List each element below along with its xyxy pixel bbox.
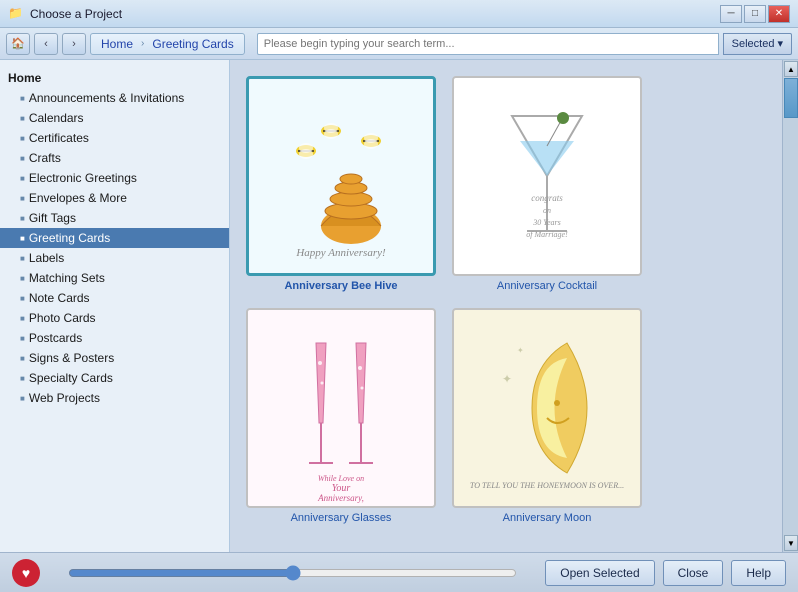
main-content: Home ■ Announcements & Invitations ■ Cal… bbox=[0, 60, 798, 552]
close-window-button[interactable]: ✕ bbox=[768, 5, 790, 23]
forward-button[interactable]: › bbox=[62, 33, 86, 55]
card-bee-hive[interactable]: Happy Anniversary! Anniversary Bee Hive bbox=[246, 76, 436, 292]
maximize-button[interactable]: □ bbox=[744, 5, 766, 23]
nav-bar: 🏠 ‹ › Home › Greeting Cards Selected ▾ bbox=[0, 28, 798, 60]
breadcrumb-home[interactable]: Home bbox=[93, 35, 141, 53]
sidebar-item-signs-posters[interactable]: ■ Signs & Posters bbox=[0, 348, 229, 368]
sidebar-item-electronic-greetings[interactable]: ■ Electronic Greetings bbox=[0, 168, 229, 188]
sidebar-item-gift-tags[interactable]: ■ Gift Tags bbox=[0, 208, 229, 228]
sidebar-item-matching-sets[interactable]: ■ Matching Sets bbox=[0, 268, 229, 288]
title-bar: 📁 Choose a Project ─ □ ✕ bbox=[0, 0, 798, 28]
svg-text:✦: ✦ bbox=[517, 346, 524, 355]
selected-dropdown-button[interactable]: Selected ▾ bbox=[723, 33, 792, 55]
card-image-moon: ✦ ✦ TO TELL YOU THE HONEYMOON IS OVER... bbox=[452, 308, 642, 508]
cards-row-1: Happy Anniversary! Anniversary Bee Hive bbox=[246, 76, 782, 292]
content-area: Happy Anniversary! Anniversary Bee Hive bbox=[230, 60, 798, 552]
slider-area bbox=[48, 565, 537, 581]
sidebar-item-greeting-cards[interactable]: ■ Greeting Cards bbox=[0, 228, 229, 248]
svg-text:✦: ✦ bbox=[502, 372, 512, 386]
window-title: Choose a Project bbox=[30, 7, 720, 21]
window-controls: ─ □ ✕ bbox=[720, 5, 790, 23]
scrollbar-thumb[interactable] bbox=[784, 78, 798, 118]
card-label-glasses: Anniversary Glasses bbox=[291, 512, 392, 524]
svg-text:Happy Anniversary!: Happy Anniversary! bbox=[295, 247, 386, 259]
sidebar-item-specialty-cards[interactable]: ■ Specialty Cards bbox=[0, 368, 229, 388]
sidebar-item-envelopes[interactable]: ■ Envelopes & More bbox=[0, 188, 229, 208]
svg-text:TO TELL YOU THE HONEYMOON IS O: TO TELL YOU THE HONEYMOON IS OVER... bbox=[470, 481, 624, 490]
minimize-button[interactable]: ─ bbox=[720, 5, 742, 23]
close-button[interactable]: Close bbox=[663, 560, 724, 586]
card-image-cocktail: congrats on 30 Years of Marriage! bbox=[452, 76, 642, 276]
card-cocktail[interactable]: congrats on 30 Years of Marriage! Annive… bbox=[452, 76, 642, 292]
card-image-bee-hive: Happy Anniversary! bbox=[246, 76, 436, 276]
card-label-cocktail: Anniversary Cocktail bbox=[497, 280, 597, 292]
breadcrumb: Home › Greeting Cards bbox=[90, 33, 245, 55]
bottom-bar: ♥ Open Selected Close Help bbox=[0, 552, 798, 592]
sidebar-item-photo-cards[interactable]: ■ Photo Cards bbox=[0, 308, 229, 328]
svg-text:congrats: congrats bbox=[531, 193, 563, 203]
search-input[interactable] bbox=[257, 33, 719, 55]
sidebar-item-note-cards[interactable]: ■ Note Cards bbox=[0, 288, 229, 308]
favorites-button[interactable]: ♥ bbox=[12, 559, 40, 587]
help-button[interactable]: Help bbox=[731, 560, 786, 586]
zoom-slider[interactable] bbox=[68, 565, 517, 581]
sidebar-item-home[interactable]: Home bbox=[0, 68, 229, 88]
card-label-bee-hive: Anniversary Bee Hive bbox=[284, 280, 397, 292]
sidebar-item-certificates[interactable]: ■ Certificates bbox=[0, 128, 229, 148]
svg-text:on: on bbox=[543, 206, 551, 215]
svg-text:While Love on: While Love on bbox=[318, 474, 364, 483]
vertical-scrollbar[interactable]: ▲ ▼ bbox=[782, 60, 798, 552]
sidebar-item-announcements[interactable]: ■ Announcements & Invitations bbox=[0, 88, 229, 108]
sidebar-item-crafts[interactable]: ■ Crafts bbox=[0, 148, 229, 168]
cards-row-2: While Love on Your Anniversary, Annivers… bbox=[246, 308, 782, 524]
breadcrumb-current[interactable]: Greeting Cards bbox=[144, 35, 241, 53]
sidebar-item-labels[interactable]: ■ Labels bbox=[0, 248, 229, 268]
open-selected-button[interactable]: Open Selected bbox=[545, 560, 654, 586]
sidebar-item-postcards[interactable]: ■ Postcards bbox=[0, 328, 229, 348]
svg-text:of Marriage!: of Marriage! bbox=[526, 230, 568, 239]
card-label-moon: Anniversary Moon bbox=[503, 512, 592, 524]
search-area: Selected ▾ bbox=[257, 33, 792, 55]
home-nav-button[interactable]: 🏠 bbox=[6, 33, 30, 55]
sidebar-item-web-projects[interactable]: ■ Web Projects bbox=[0, 388, 229, 408]
sidebar-item-calendars[interactable]: ■ Calendars bbox=[0, 108, 229, 128]
card-glasses[interactable]: While Love on Your Anniversary, Annivers… bbox=[246, 308, 436, 524]
window-icon: 📁 bbox=[8, 6, 24, 22]
card-image-glasses: While Love on Your Anniversary, bbox=[246, 308, 436, 508]
sidebar: Home ■ Announcements & Invitations ■ Cal… bbox=[0, 60, 230, 552]
svg-text:30 Years: 30 Years bbox=[532, 218, 561, 227]
back-button[interactable]: ‹ bbox=[34, 33, 58, 55]
card-moon[interactable]: ✦ ✦ TO TELL YOU THE HONEYMOON IS OVER...… bbox=[452, 308, 642, 524]
svg-text:Anniversary,: Anniversary, bbox=[317, 493, 364, 503]
